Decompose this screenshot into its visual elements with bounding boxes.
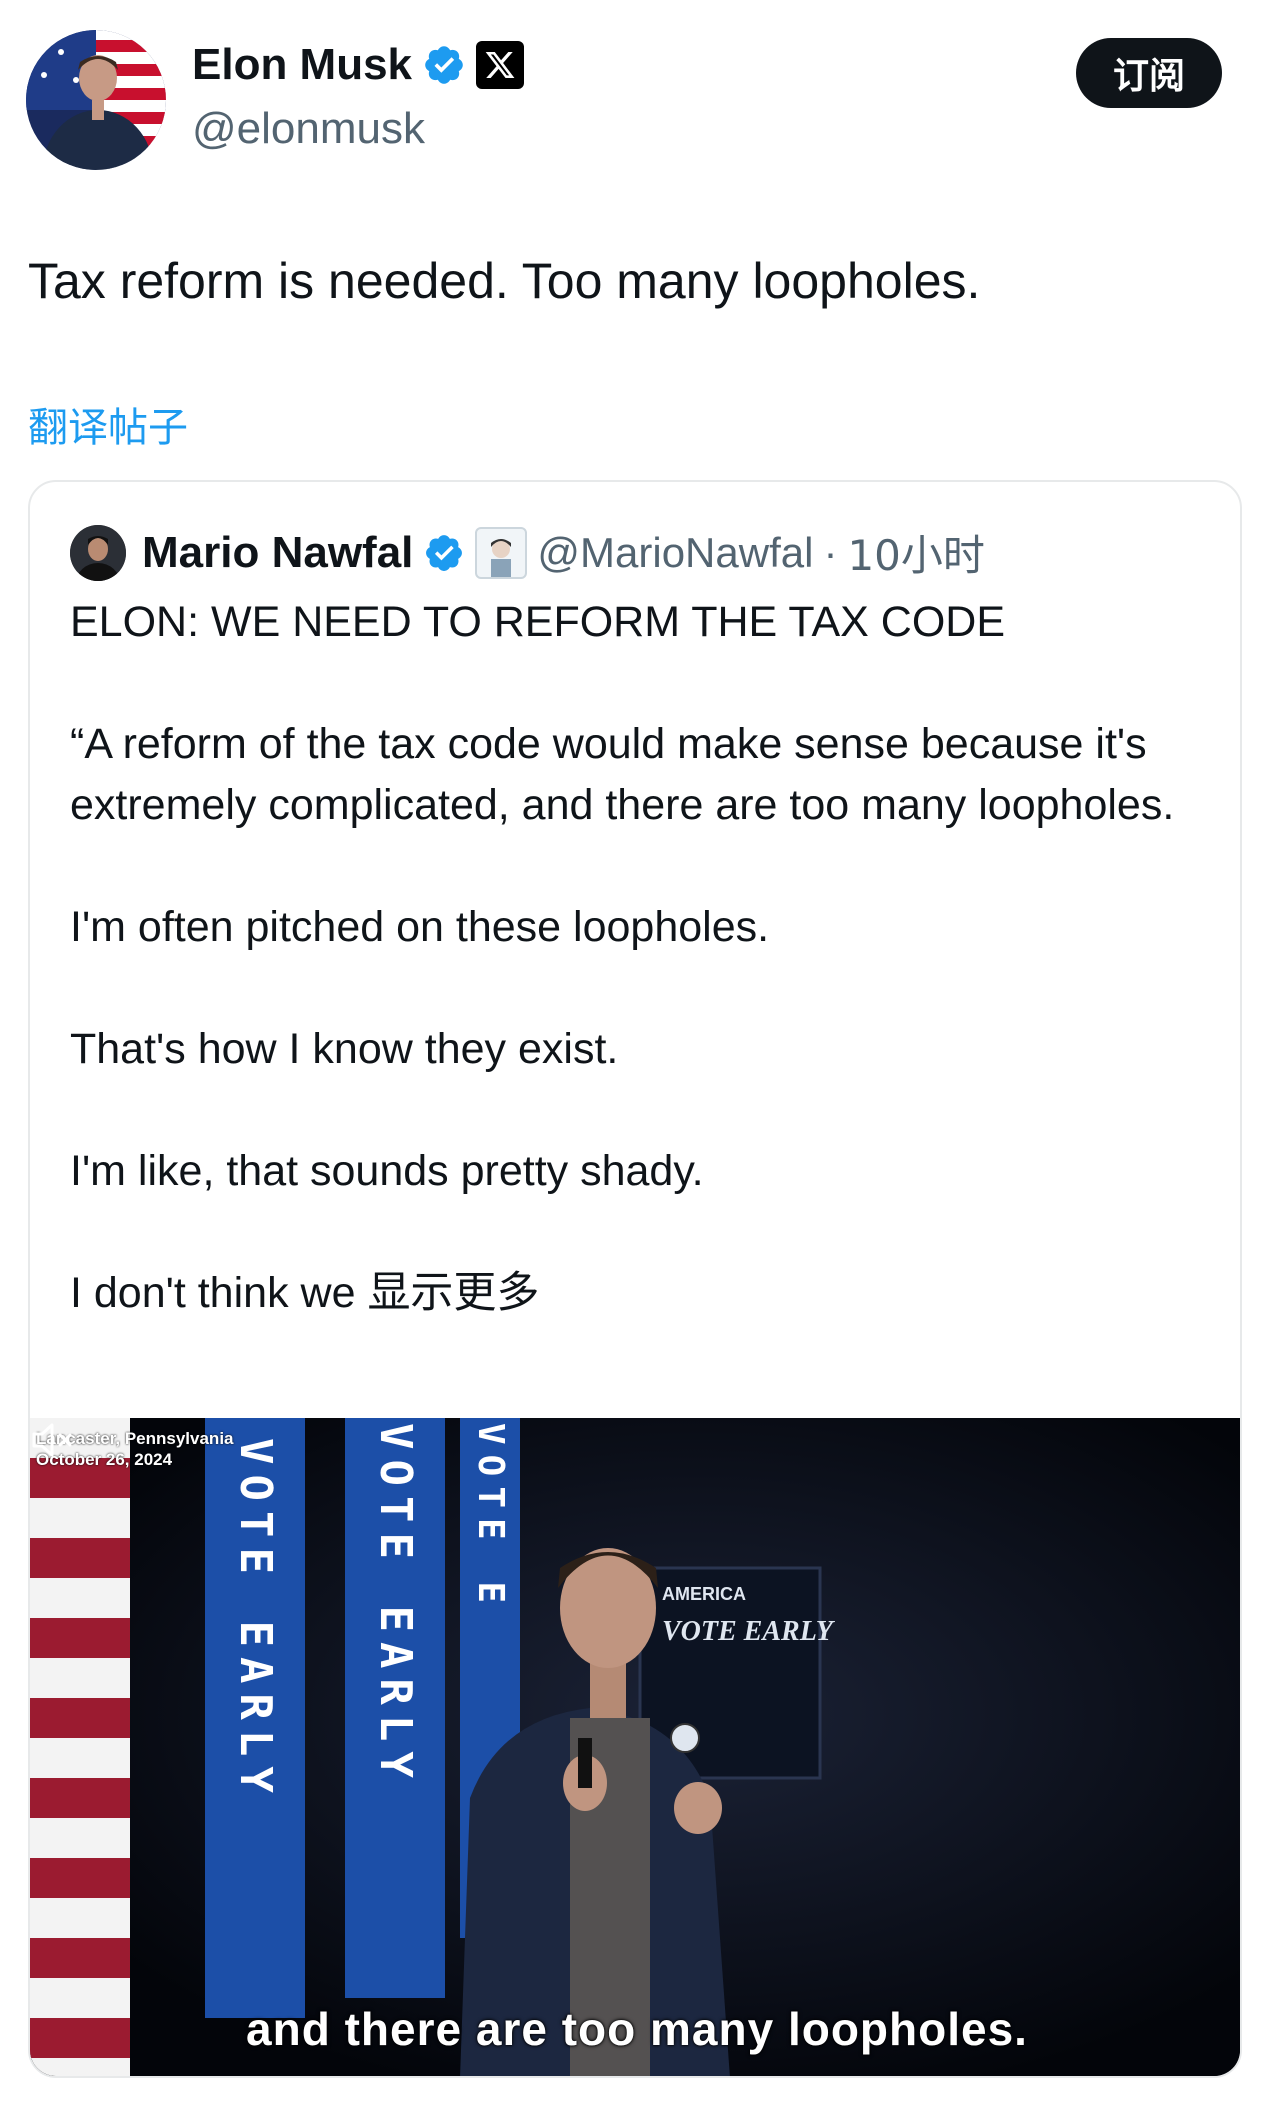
translate-post-link[interactable]: 翻译帖子 xyxy=(28,395,188,453)
video-subtitle: and there are too many loopholes. xyxy=(246,2003,1028,2055)
quoted-author-handle[interactable]: @MarioNawfal xyxy=(537,529,813,577)
author-avatar[interactable] xyxy=(26,30,166,170)
quoted-truncated-text: I don't think we xyxy=(70,1269,356,1317)
video-frame xyxy=(30,1418,1240,2076)
author-handle[interactable]: @elonmusk xyxy=(192,104,425,154)
tweet-header: Elon Musk @elonmusk 订阅 xyxy=(0,0,1279,180)
quoted-last-line: I don't think we 显示更多 xyxy=(70,1263,1220,1324)
separator-dot: · xyxy=(823,528,838,576)
video-player[interactable]: VOTE EARLY VOTE EARLY VOTE E AMERICA VOT… xyxy=(30,1418,1240,2076)
subscribe-button[interactable]: 订阅 xyxy=(1076,38,1222,108)
show-more-link[interactable]: 显示更多 xyxy=(367,1268,539,1318)
quoted-paragraph: I'm often pitched on these loopholes. xyxy=(70,903,770,951)
banner-vote-early-1: VOTE EARLY xyxy=(230,1438,281,1803)
quoted-tweet-body: ELON: WE NEED TO REFORM THE TAX CODE “A … xyxy=(70,592,1220,1324)
banner-vote-early-2: VOTE EARLY xyxy=(370,1423,421,1788)
volume-muted-icon[interactable] xyxy=(30,1418,80,1462)
tweet-text: Tax reform is needed. Too many loopholes… xyxy=(28,253,981,309)
quoted-author-avatar[interactable] xyxy=(70,524,126,581)
sign-vote-early: VOTE EARLY xyxy=(662,1616,833,1647)
verified-badge-icon xyxy=(426,534,463,571)
affiliation-badge-icon xyxy=(475,526,528,579)
author-name[interactable]: Elon Musk xyxy=(192,40,412,90)
quoted-author-name[interactable]: Mario Nawfal xyxy=(142,528,413,578)
quoted-headline: ELON: WE NEED TO REFORM THE TAX CODE xyxy=(70,598,1005,646)
sign-america: AMERICA xyxy=(662,1584,746,1604)
quoted-paragraph: I'm like, that sounds pretty shady. xyxy=(70,1147,704,1195)
quoted-tweet[interactable]: Mario Nawfal @MarioNawfal · 10小时 ELON: W… xyxy=(28,480,1242,2078)
verified-badge-icon xyxy=(425,46,463,84)
post-timestamp[interactable]: 10小时 xyxy=(847,522,984,583)
x-logo-icon xyxy=(476,41,525,89)
quoted-paragraph: “A reform of the tax code would make sen… xyxy=(70,720,1175,829)
quoted-tweet-header: Mario Nawfal @MarioNawfal · 10小时 xyxy=(70,522,985,583)
quoted-paragraph: That's how I know they exist. xyxy=(70,1025,619,1073)
banner-vote-early-3: VOTE E xyxy=(470,1423,511,1614)
